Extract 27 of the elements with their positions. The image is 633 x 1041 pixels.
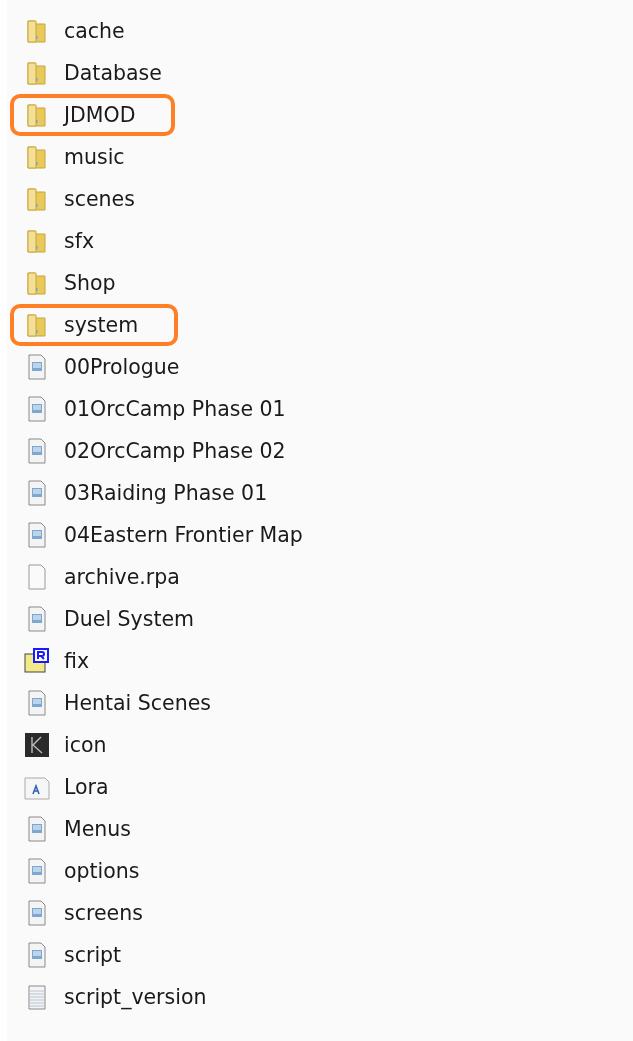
file-name[interactable]: 01OrcCamp Phase 01 — [64, 397, 286, 421]
file-name[interactable]: 04Eastern Frontier Map — [64, 523, 303, 547]
file-name[interactable]: 03Raiding Phase 01 — [64, 481, 268, 505]
image-file-icon — [24, 732, 50, 758]
file-name[interactable]: scenes — [64, 187, 135, 211]
file-name[interactable]: Duel System — [64, 607, 195, 631]
file-name[interactable]: system — [64, 313, 139, 337]
file-name[interactable]: sfx — [64, 229, 95, 253]
file-name[interactable]: script_version — [64, 985, 207, 1009]
file-name[interactable]: Database — [64, 61, 162, 85]
file-name[interactable]: JDMOD — [64, 103, 136, 127]
file-name[interactable]: options — [64, 859, 140, 883]
file-name[interactable]: icon — [64, 733, 107, 757]
file-name[interactable]: 02OrcCamp Phase 02 — [64, 439, 286, 463]
file-name[interactable]: script — [64, 943, 122, 967]
file-name[interactable]: 00Prologue — [64, 355, 180, 379]
file-name[interactable]: screens — [64, 901, 143, 925]
file-name[interactable]: Shop — [64, 271, 116, 295]
script-file-icon — [24, 648, 50, 674]
file-name[interactable]: Menus — [64, 817, 131, 841]
file-name[interactable]: Lora — [64, 775, 109, 799]
file-name[interactable]: cache — [64, 19, 125, 43]
file-name[interactable]: music — [64, 145, 125, 169]
file-name[interactable]: Hentai Scenes — [64, 691, 211, 715]
file-name[interactable]: fix — [64, 649, 90, 673]
font-file-icon — [24, 774, 50, 800]
file-name[interactable]: archive.rpa — [64, 565, 180, 589]
